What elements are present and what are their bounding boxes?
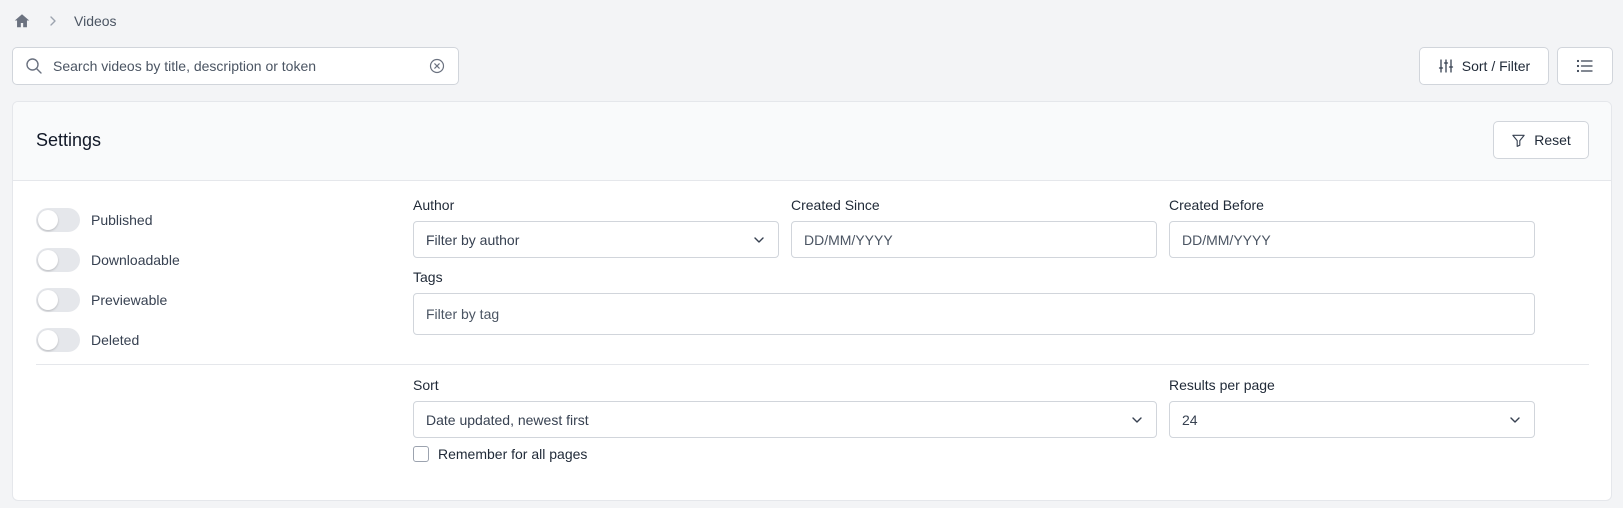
videos-page: Videos Sort / Filter Setting: [0, 0, 1623, 508]
results-per-page-value: 24: [1182, 411, 1198, 428]
tags-field: Tags: [413, 269, 1535, 335]
published-toggle[interactable]: [36, 208, 80, 232]
toggle-knob: [38, 330, 58, 350]
chevron-down-icon: [1130, 413, 1144, 427]
filter-icon: [1511, 133, 1526, 148]
toggle-knob: [38, 210, 58, 230]
results-per-page-select[interactable]: 24: [1169, 401, 1535, 438]
created-before-control: [1169, 221, 1535, 258]
toggle-previewable: Previewable: [36, 280, 180, 320]
toggle-list: Published Downloadable Previewable Delet…: [36, 200, 180, 360]
chevron-down-icon: [752, 233, 766, 247]
clear-search-icon[interactable]: [428, 57, 446, 75]
tags-input[interactable]: [426, 306, 1522, 322]
previewable-toggle[interactable]: [36, 288, 80, 312]
created-since-control: [791, 221, 1157, 258]
breadcrumb-current[interactable]: Videos: [74, 13, 117, 29]
results-per-page-field: Results per page 24: [1169, 377, 1535, 438]
created-before-input[interactable]: [1182, 231, 1522, 248]
sort-filter-label: Sort / Filter: [1461, 58, 1531, 74]
list-icon: [1576, 58, 1594, 74]
author-label: Author: [413, 197, 455, 213]
reset-label: Reset: [1534, 132, 1571, 148]
downloadable-toggle[interactable]: [36, 248, 80, 272]
sort-label: Sort: [413, 377, 439, 393]
toggle-knob: [38, 250, 58, 270]
created-before-field: Created Before: [1169, 197, 1535, 258]
search-icon: [25, 57, 43, 75]
author-field: Author Filter by author: [413, 197, 779, 258]
toggle-label: Downloadable: [91, 252, 180, 268]
chevron-down-icon: [1508, 413, 1522, 427]
tags-control: [413, 293, 1535, 335]
toggle-published: Published: [36, 200, 180, 240]
created-since-field: Created Since: [791, 197, 1157, 258]
settings-panel: Settings Reset Published Downloadable Pr…: [12, 101, 1612, 501]
settings-header: Settings Reset: [13, 102, 1611, 181]
list-view-button[interactable]: [1557, 47, 1613, 85]
deleted-toggle[interactable]: [36, 328, 80, 352]
toggle-deleted: Deleted: [36, 320, 180, 360]
search-box: [12, 47, 459, 85]
toggle-label: Previewable: [91, 292, 168, 308]
sort-select-value: Date updated, newest first: [426, 411, 589, 428]
sliders-icon: [1438, 58, 1454, 74]
remember-label: Remember for all pages: [438, 446, 588, 462]
sort-field: Sort Date updated, newest first: [413, 377, 1157, 438]
remember-checkbox[interactable]: [413, 446, 429, 462]
toggle-knob: [38, 290, 58, 310]
search-input[interactable]: [53, 58, 428, 74]
reset-button[interactable]: Reset: [1493, 121, 1589, 159]
created-since-input[interactable]: [804, 231, 1144, 248]
breadcrumb: Videos: [12, 10, 117, 32]
results-per-page-label: Results per page: [1169, 377, 1275, 393]
author-select[interactable]: Filter by author: [413, 221, 779, 258]
remember-option[interactable]: Remember for all pages: [413, 446, 587, 462]
chevron-right-icon: [46, 14, 60, 28]
toggle-label: Deleted: [91, 332, 140, 348]
home-icon[interactable]: [12, 11, 32, 31]
sort-select[interactable]: Date updated, newest first: [413, 401, 1157, 438]
sort-filter-button[interactable]: Sort / Filter: [1419, 47, 1549, 85]
settings-title: Settings: [36, 130, 102, 150]
tags-label: Tags: [413, 269, 443, 285]
toggle-downloadable: Downloadable: [36, 240, 180, 280]
created-since-label: Created Since: [791, 197, 880, 213]
toggle-label: Published: [91, 212, 153, 228]
author-select-value: Filter by author: [426, 231, 520, 248]
created-before-label: Created Before: [1169, 197, 1264, 213]
section-divider: [36, 364, 1589, 365]
